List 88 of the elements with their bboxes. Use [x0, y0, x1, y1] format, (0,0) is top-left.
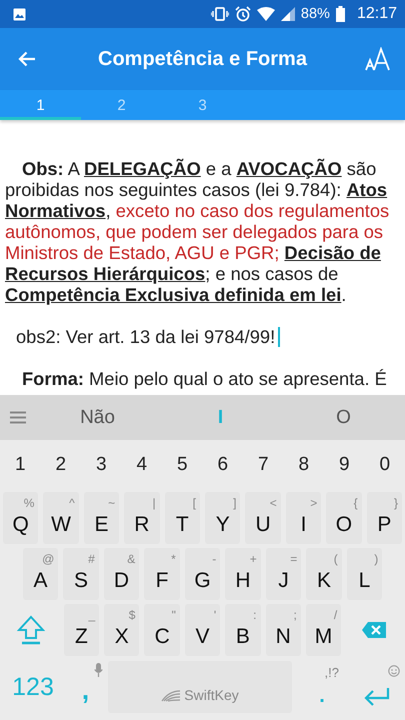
symbol-hint: +	[250, 552, 257, 566]
clock-time: 12:17	[356, 5, 397, 23]
symbol-hint: [	[192, 496, 196, 510]
letter-key[interactable]: D &	[104, 548, 140, 600]
image-icon	[13, 8, 26, 20]
letter-key[interactable]: N ;	[266, 604, 301, 656]
number-key[interactable]: 0	[364, 440, 405, 490]
symbol-hint: *	[171, 552, 176, 566]
symbol-hint: &	[127, 552, 136, 566]
microphone-icon	[94, 663, 103, 677]
letter-key[interactable]: P }	[366, 492, 402, 544]
keyboard-brand: SwiftKey	[184, 687, 239, 703]
letter-key[interactable]: B :	[225, 604, 261, 656]
alarm-icon	[234, 6, 251, 22]
letter-key[interactable]: H +	[225, 548, 261, 600]
letter-key[interactable]: G -	[184, 548, 220, 600]
letter-key[interactable]: Y ]	[205, 492, 240, 544]
punctuation-hint: ,!?	[324, 665, 339, 680]
symbol-hint: }	[394, 496, 398, 510]
number-key[interactable]: 3	[81, 440, 122, 490]
symbol-hint: $	[128, 608, 136, 622]
number-key[interactable]: 7	[243, 440, 284, 490]
letter-key[interactable]: L )	[346, 548, 382, 600]
letter-key[interactable]: R |	[124, 492, 160, 544]
text-cursor	[278, 326, 280, 346]
signal-icon	[280, 7, 295, 21]
symbol-hint: @	[42, 552, 54, 566]
letter-key[interactable]: C "	[144, 604, 180, 656]
screen-title: Competência e Forma	[97, 48, 308, 70]
note-text: obs2: Ver art. 13 da lei 9784/99!	[16, 326, 276, 347]
letter-key[interactable]: F *	[144, 548, 180, 600]
paragraph: Forma: Meio pelo qual o ato se apresenta. É	[21, 368, 388, 389]
menu-icon	[10, 411, 26, 424]
symbol-hint: :	[253, 608, 257, 622]
vibrate-icon	[210, 7, 229, 21]
suggestion[interactable]: Não	[36, 395, 159, 440]
symbol-hint: '	[214, 608, 216, 622]
letter-key[interactable]: X $	[104, 604, 140, 656]
letter-key[interactable]: O {	[326, 492, 362, 544]
symbol-hint: {	[354, 496, 358, 510]
symbol-hint: ^	[69, 496, 75, 510]
letter-key[interactable]: E ~	[84, 492, 120, 544]
return-arrow-icon	[364, 687, 390, 707]
symbol-hint: ~	[108, 496, 116, 510]
number-key[interactable]: 8	[284, 440, 324, 490]
symbol-hint: =	[290, 552, 298, 566]
paragraph: Obs: A DELEGAÇÃO e a AVOCAÇÃO são proibidas nos seguintes casos (lei 9.784): Atos Normativos, exceto no caso dos regulamentos autônomos, que podem ser delegados para os Ministros de Estado, AGU e PGR; Decisão de Recursos Hierárquicos; e nos casos de Competência Exclusiva definida em lei.	[5, 157, 390, 305]
shift-icon	[16, 615, 45, 645]
battery-icon	[336, 6, 345, 22]
letter-key[interactable]: K (	[306, 548, 342, 600]
back-arrow-icon	[18, 51, 36, 67]
letter-key[interactable]: T [	[164, 492, 200, 544]
symbol-hint: /	[334, 608, 338, 622]
symbol-hint: %	[24, 496, 34, 510]
suggestion[interactable]: O	[282, 395, 405, 440]
letter-key[interactable]: S #	[63, 548, 99, 600]
swirl-logo-icon	[161, 689, 182, 703]
letter-key[interactable]: A @	[22, 548, 58, 600]
letter-key[interactable]: V '	[184, 604, 220, 656]
number-key[interactable]: 4	[122, 440, 162, 490]
symbol-hint: ]	[233, 496, 236, 510]
letter-key[interactable]: W ^	[43, 492, 79, 544]
number-key[interactable]: 9	[324, 440, 364, 490]
number-key[interactable]: 6	[202, 440, 243, 490]
symbol-hint: <	[270, 496, 277, 510]
symbol-hint: _	[88, 608, 96, 622]
symbol-hint: >	[310, 496, 318, 510]
symbol-hint: "	[172, 608, 176, 622]
letter-key[interactable]: M /	[306, 604, 342, 656]
symbol-hint: ;	[294, 608, 297, 622]
smiley-icon	[388, 665, 400, 677]
symbol-hint: #	[88, 552, 95, 566]
symbol-hint: )	[374, 552, 378, 566]
letter-key[interactable]: Q %	[2, 492, 38, 544]
number-key[interactable]: 1	[0, 440, 40, 490]
letter-key[interactable]: Z _	[64, 604, 100, 656]
number-key[interactable]: 2	[40, 440, 81, 490]
font-size-icon	[365, 47, 391, 71]
backspace-icon	[362, 622, 386, 638]
number-key[interactable]: 5	[162, 440, 202, 490]
letter-key[interactable]: J =	[266, 548, 302, 600]
symbol-hint: |	[152, 496, 156, 510]
wifi-icon	[256, 7, 275, 21]
letter-key[interactable]: I >	[286, 492, 322, 544]
symbol-hint: (	[334, 552, 338, 566]
battery-percent: 88%	[300, 6, 330, 22]
symbol-hint: -	[212, 552, 216, 566]
letter-key[interactable]: U <	[245, 492, 281, 544]
